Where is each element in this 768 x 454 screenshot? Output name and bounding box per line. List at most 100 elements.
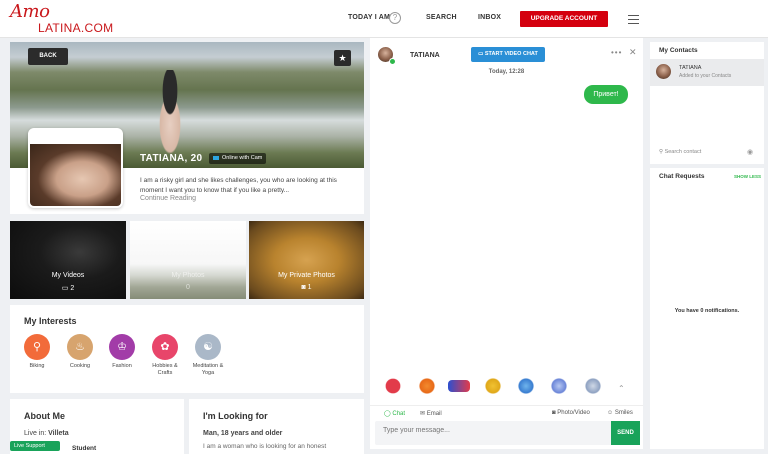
sticker-bar (378, 375, 638, 399)
tile-my-videos[interactable]: My Videos ▭ 2 (10, 221, 126, 299)
tab-email[interactable]: ✉ Email (420, 410, 442, 417)
cam-icon (213, 155, 219, 160)
car-sticker[interactable] (448, 380, 470, 392)
looking-title: I'm Looking for (203, 411, 268, 421)
top-header: Amo LATINA.COM TODAY I AM ? SEARCH INBOX… (0, 0, 768, 38)
cooking-pot-icon: ♨ (67, 334, 93, 360)
interest-meditation[interactable]: ☯ Meditation & Yoga (190, 334, 226, 377)
hat-icon: ♔ (109, 334, 135, 360)
contact-avatar (656, 64, 671, 79)
chat-avatar[interactable] (378, 47, 396, 65)
help-icon[interactable]: ? (389, 12, 401, 24)
profile-name: TATIANA, 20 (140, 153, 203, 164)
live-in-row: Live in: Villeta (24, 430, 69, 437)
close-icon[interactable]: ✕ (629, 47, 637, 58)
tab-label: Photo/Video (557, 410, 590, 416)
tile-label: My Videos (51, 272, 85, 279)
camera-icon: ◙ (552, 410, 556, 416)
bike-icon: ⚲ (24, 334, 50, 360)
avatar-photo (30, 144, 121, 206)
fox-sticker[interactable] (416, 375, 438, 397)
chevron-up-icon[interactable]: ⌃ (618, 384, 625, 393)
tab-label: Email (426, 411, 442, 417)
interest-hobbies[interactable]: ✿ Hobbies & Crafts (147, 334, 183, 377)
more-options-icon[interactable]: ••• (611, 48, 622, 57)
looking-summary: Man, 18 years and older (203, 430, 283, 437)
tile-count-value: 1 (307, 284, 312, 291)
plane-sticker[interactable] (582, 375, 604, 397)
online-label: Online with Cam (222, 155, 263, 161)
profile-bio: I am a risky girl and she likes challeng… (140, 177, 337, 194)
tile-count-value: 0 (186, 284, 190, 291)
eye-icon[interactable]: ◉ (747, 148, 753, 156)
start-video-chat-button[interactable]: ▭ START VIDEO CHAT (471, 47, 545, 62)
tab-chat[interactable]: ◯ Chat (384, 410, 405, 417)
tab-label: Smiles (614, 410, 633, 416)
bird-sticker[interactable] (515, 375, 537, 397)
upgrade-account-button[interactable]: UPGRADE ACCOUNT (520, 11, 608, 27)
heart-arrow-sticker[interactable] (382, 375, 404, 397)
video-chat-label: START VIDEO CHAT (484, 51, 538, 57)
meditation-icon: ☯ (195, 334, 221, 360)
tile-count-value: 2 (70, 285, 75, 292)
video-icon: ▭ (61, 285, 69, 292)
live-support-button[interactable]: Live Support (10, 441, 60, 451)
tile-count: ◙ 1 (249, 284, 364, 291)
interest-fashion[interactable]: ♔ Fashion (104, 334, 140, 370)
search-placeholder: Search contact (664, 149, 702, 155)
interests-title: My Interests (24, 316, 77, 326)
tab-label: Chat (392, 411, 406, 417)
looking-for-card: I'm Looking for Man, 18 years and older … (189, 399, 364, 454)
favorite-star-icon[interactable]: ★ (334, 50, 351, 66)
live-in-value: Villeta (48, 430, 69, 437)
logo-script: Amo (10, 1, 50, 22)
my-contacts-panel: My Contacts TATIANA Added to your Contac… (650, 42, 764, 164)
interest-label: Hobbies & Crafts (152, 363, 178, 376)
chat-date-divider: Today, 12:28 (488, 69, 525, 75)
interest-label: Meditation & Yoga (192, 363, 224, 376)
tile-label: My Photos (171, 272, 205, 279)
hamburger-menu-icon[interactable] (628, 15, 639, 24)
about-title: About Me (24, 411, 65, 421)
profile-avatar[interactable] (28, 128, 123, 208)
smiley-icon: ☺ (607, 410, 614, 416)
contact-status: Added to your Contacts (679, 73, 732, 79)
interest-label: Cooking (69, 363, 91, 369)
interest-label: Biking (29, 363, 45, 369)
requests-title: Chat Requests (659, 173, 705, 180)
cover-person (150, 70, 190, 154)
send-button[interactable]: SEND (611, 421, 640, 445)
tile-my-photos[interactable]: My Photos 0 (130, 221, 246, 299)
nav-today-i-am[interactable]: TODAY I AM (348, 14, 390, 21)
site-logo[interactable]: Amo LATINA.COM (10, 1, 120, 35)
continue-reading-link[interactable]: Continue Reading (140, 195, 196, 202)
crown-sticker[interactable] (482, 375, 504, 397)
cake-sticker[interactable] (548, 375, 570, 397)
interest-biking[interactable]: ⚲ Biking (19, 334, 55, 370)
contacts-title: My Contacts (659, 47, 698, 54)
nav-inbox[interactable]: INBOX (478, 14, 501, 21)
tile-count: 0 (130, 284, 246, 291)
online-cam-badge: Online with Cam (209, 153, 267, 164)
chat-bubble-icon: ◯ (384, 411, 391, 417)
show-less-link[interactable]: SHOW LESS (734, 174, 761, 179)
interest-cooking[interactable]: ♨ Cooking (62, 334, 98, 370)
no-notifications-text: You have 0 notifications. (674, 308, 740, 314)
tile-count: ▭ 2 (10, 284, 126, 292)
search-icon: ⚲ (659, 149, 664, 155)
back-button[interactable]: BACK (28, 48, 68, 65)
tab-photo-video[interactable]: ◙ Photo/Video (552, 410, 590, 416)
search-contact-input[interactable]: ⚲ Search contact (659, 149, 701, 155)
contact-item[interactable]: TATIANA Added to your Contacts (650, 59, 764, 86)
tile-label: My Private Photos (278, 272, 335, 279)
chat-tabs: ◯ Chat ✉ Email ◙ Photo/Video ☺ Smiles (370, 405, 643, 420)
camera-icon: ◙ (301, 284, 306, 291)
yarn-icon: ✿ (152, 334, 178, 360)
envelope-icon: ✉ (420, 411, 426, 417)
message-input-row (375, 421, 639, 445)
tab-smiles[interactable]: ☺ Smiles (607, 410, 633, 416)
message-input[interactable] (383, 427, 603, 434)
chat-panel: TATIANA ▭ START VIDEO CHAT ••• ✕ Today, … (370, 38, 643, 449)
tile-my-private-photos[interactable]: My Private Photos ◙ 1 (249, 221, 364, 299)
nav-search[interactable]: SEARCH (426, 14, 457, 21)
